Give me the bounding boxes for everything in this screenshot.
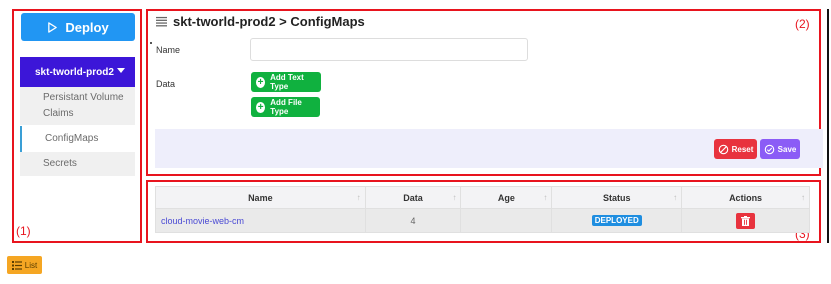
required-marker bbox=[150, 42, 152, 44]
breadcrumb: skt-tworld-prod2 > ConfigMaps bbox=[173, 14, 365, 29]
configmaps-table: Name ↑ Data ↑ Age ↑ Status ↑ Actions ↑ cloud-… bbox=[155, 186, 810, 233]
sidebar-item-label: Persistant Volume Claims bbox=[43, 92, 124, 119]
column-header-age[interactable]: Age ↑ bbox=[460, 186, 553, 209]
sidebar-item-pvc[interactable]: Persistant Volume Claims bbox=[20, 87, 135, 125]
sidebar-item-secrets[interactable]: Secrets bbox=[20, 152, 135, 176]
page-title: skt-tworld-prod2 > ConfigMaps bbox=[156, 14, 365, 29]
configmap-name-link[interactable]: cloud-movie-web-cm bbox=[155, 208, 366, 233]
list-bullets-icon bbox=[11, 260, 22, 270]
sort-icon: ↑ bbox=[356, 193, 361, 202]
status-cell: DEPLOYED bbox=[551, 208, 683, 233]
chevron-down-icon bbox=[117, 68, 125, 73]
sort-icon: ↑ bbox=[673, 193, 678, 202]
name-label: Name bbox=[156, 45, 181, 55]
trash-icon bbox=[741, 215, 751, 226]
name-input[interactable] bbox=[250, 38, 528, 61]
sidebar-item-configmaps[interactable]: ConfigMaps bbox=[20, 126, 135, 152]
check-circle-icon bbox=[764, 144, 774, 154]
table-row: cloud-movie-web-cm 4 DEPLOYED bbox=[155, 208, 810, 233]
panel-edge-rule bbox=[827, 9, 829, 243]
namespace-label: skt-tworld-prod2 bbox=[35, 66, 114, 78]
column-header-name[interactable]: Name ↑ bbox=[155, 186, 366, 209]
add-text-type-label: Add Text Type bbox=[270, 73, 304, 91]
namespace-dropdown[interactable]: skt-tworld-prod2 bbox=[20, 57, 135, 87]
play-outline-icon bbox=[48, 21, 58, 33]
list-lines-icon bbox=[156, 16, 167, 27]
reset-button[interactable]: Reset bbox=[714, 139, 757, 159]
reset-label: Reset bbox=[731, 144, 754, 154]
configmap-data-count: 4 bbox=[364, 208, 462, 233]
column-header-actions[interactable]: Actions ↑ bbox=[681, 186, 810, 209]
sort-icon: ↑ bbox=[452, 193, 457, 202]
plus-circle-icon: + bbox=[256, 76, 266, 88]
column-header-data[interactable]: Data ↑ bbox=[364, 186, 462, 209]
add-text-type-button[interactable]: + Add Text Type bbox=[251, 72, 321, 92]
add-file-type-button[interactable]: + Add File Type bbox=[251, 97, 320, 117]
table-header-row: Name ↑ Data ↑ Age ↑ Status ↑ Actions ↑ bbox=[155, 186, 810, 209]
ban-icon bbox=[718, 144, 728, 154]
plus-circle-icon: + bbox=[256, 101, 266, 113]
sort-icon: ↑ bbox=[801, 193, 805, 202]
list-button[interactable]: List bbox=[7, 256, 42, 274]
status-badge: DEPLOYED bbox=[591, 215, 642, 226]
annotation-label-2: (2) bbox=[795, 17, 810, 31]
sidebar-item-label: Secrets bbox=[43, 158, 77, 169]
deploy-button[interactable]: Deploy bbox=[21, 13, 135, 41]
list-button-label: List bbox=[24, 260, 38, 270]
annotation-label-1: (1) bbox=[16, 224, 31, 238]
sort-icon: ↑ bbox=[543, 193, 548, 202]
sidebar-item-label: ConfigMaps bbox=[45, 133, 99, 144]
configmap-age bbox=[460, 208, 553, 233]
save-label: Save bbox=[777, 144, 797, 154]
add-file-type-label: Add File Type bbox=[270, 98, 302, 116]
deploy-button-label: Deploy bbox=[65, 19, 109, 35]
column-header-status[interactable]: Status ↑ bbox=[551, 186, 683, 209]
data-label: Data bbox=[156, 79, 176, 89]
delete-button[interactable] bbox=[736, 212, 756, 229]
actions-cell bbox=[681, 208, 810, 233]
app-root: (1) Deploy skt-tworld-prod2 Persistant V… bbox=[0, 0, 831, 284]
save-button[interactable]: Save bbox=[760, 139, 800, 159]
